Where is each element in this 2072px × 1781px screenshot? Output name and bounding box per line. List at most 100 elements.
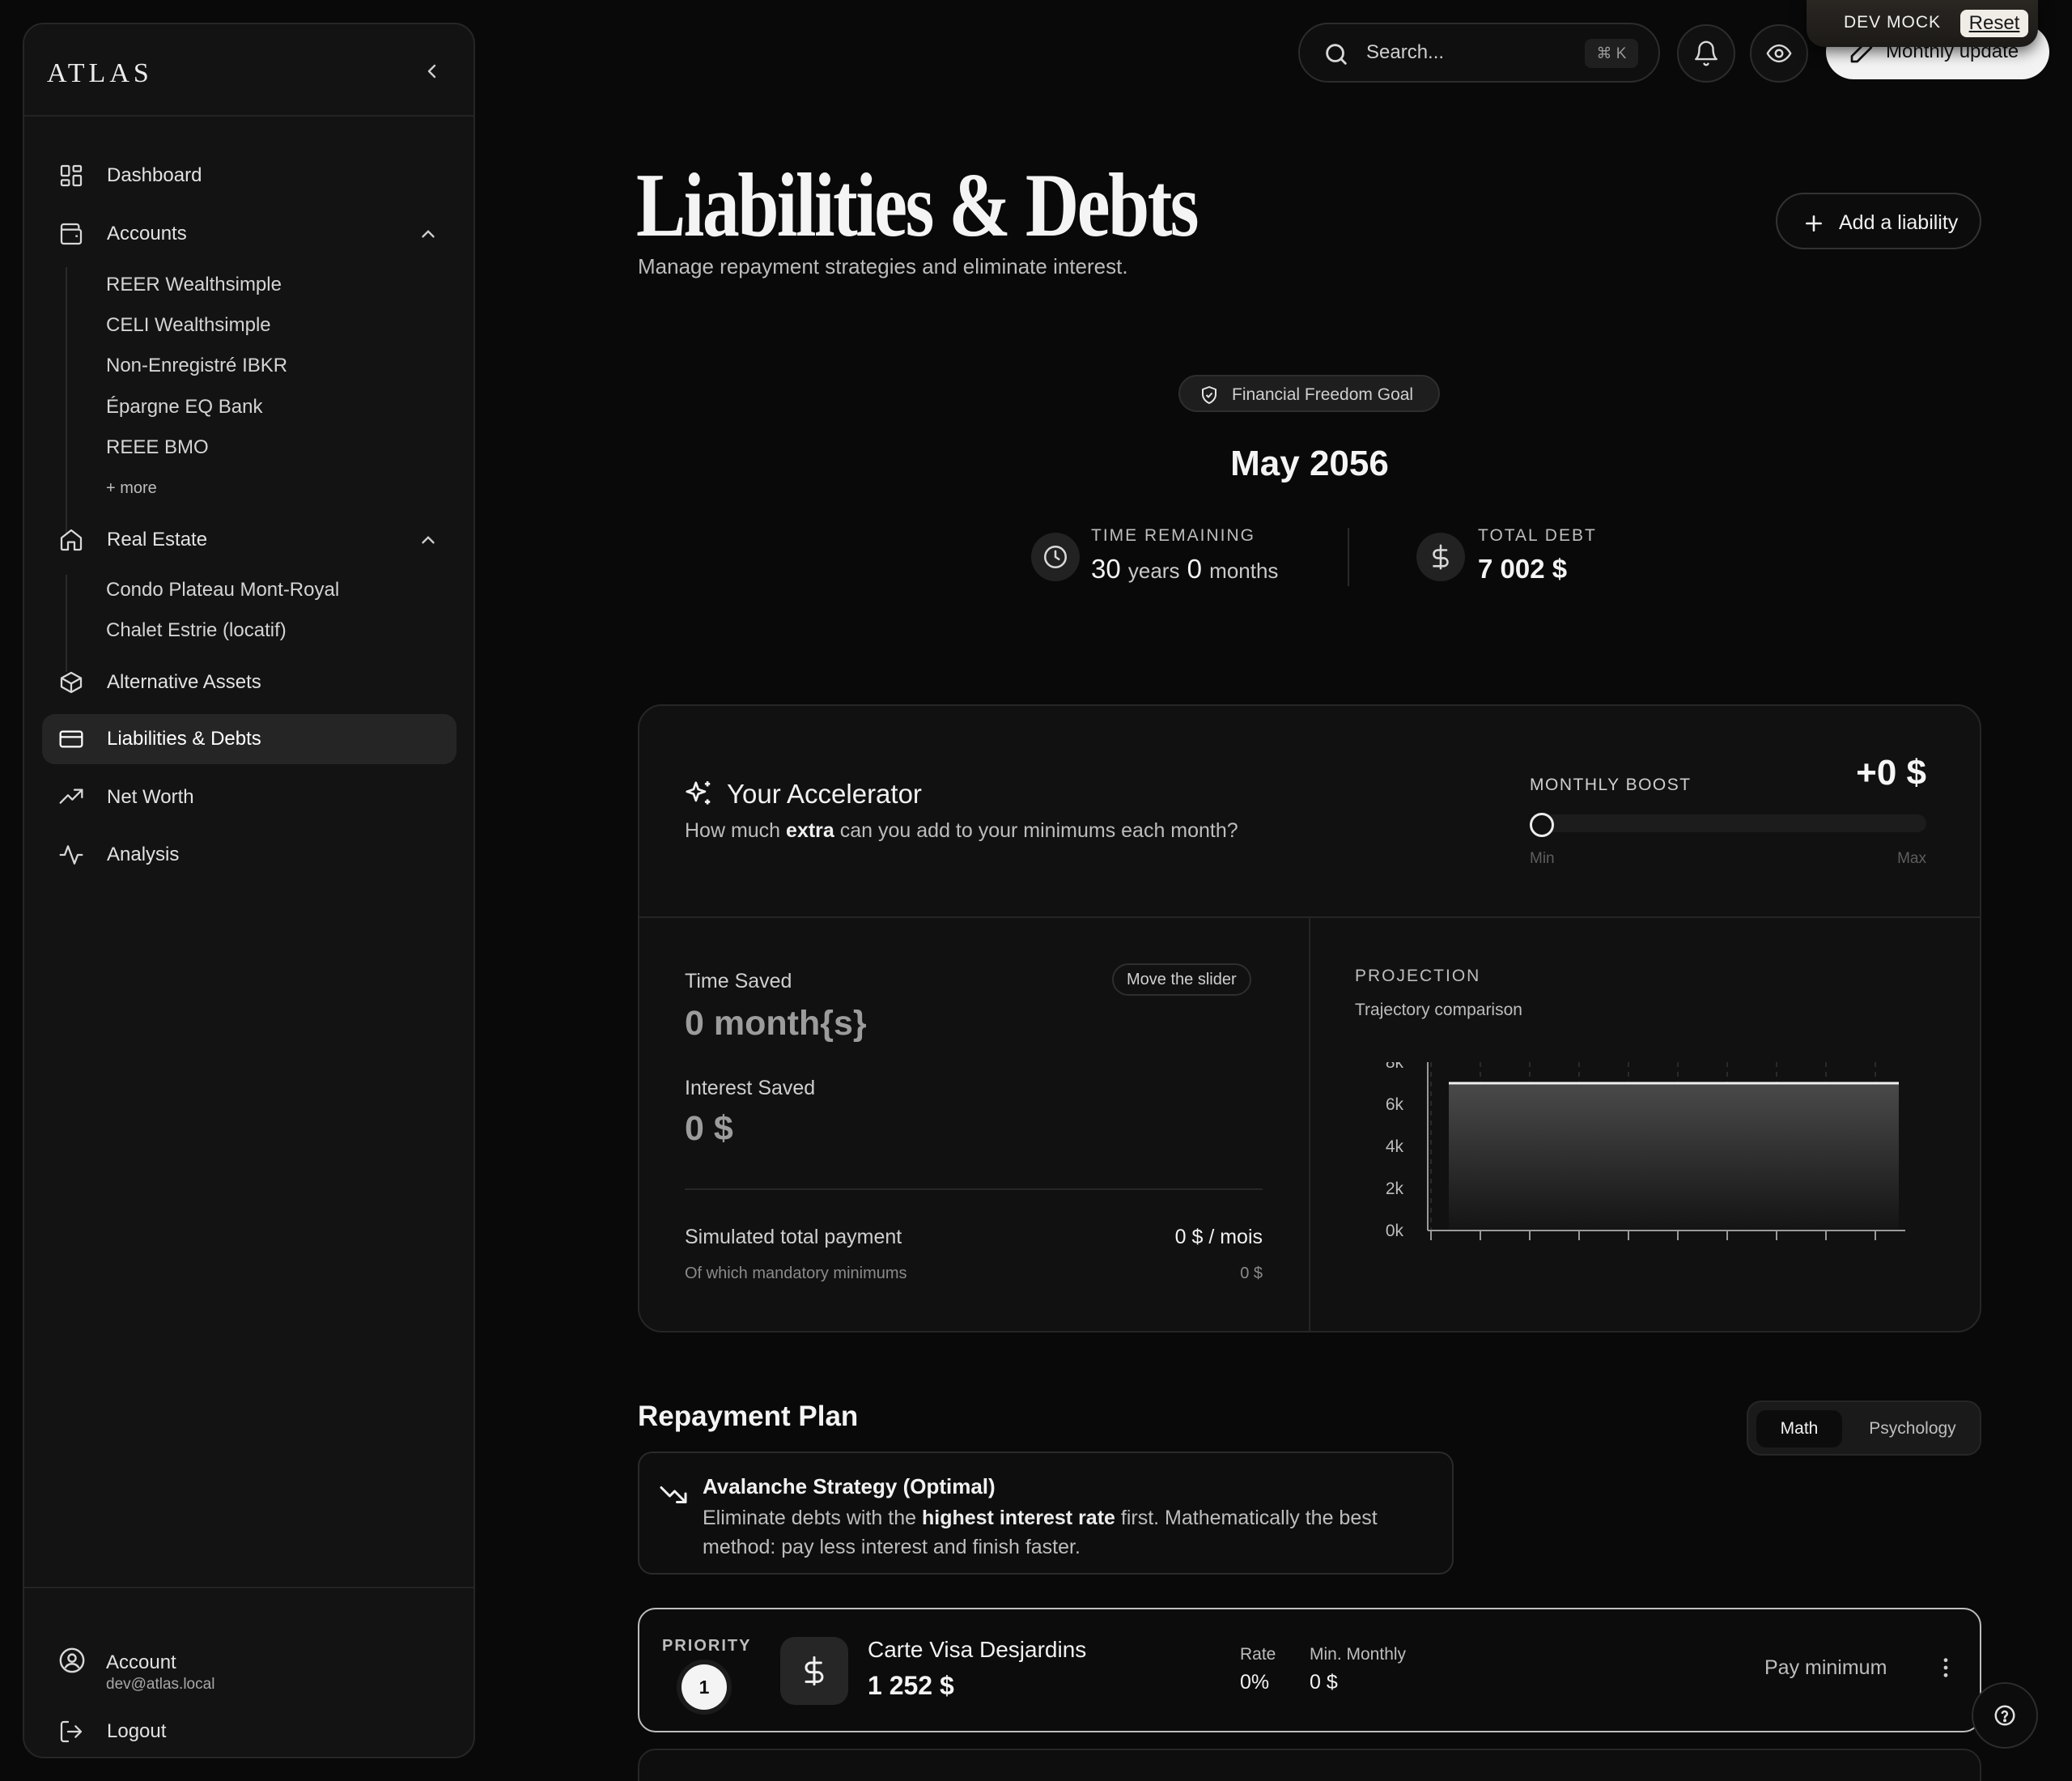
series-area bbox=[1449, 1082, 1899, 1231]
more-vertical-icon[interactable] bbox=[1933, 1655, 1959, 1681]
simulated-payment-value: 0 $ / mois bbox=[1174, 1226, 1263, 1248]
logout-label: Logout bbox=[107, 1720, 167, 1742]
debt-name: Carte Visa Desjardins bbox=[868, 1637, 1087, 1662]
visibility-toggle-button[interactable] bbox=[1750, 24, 1808, 83]
eye-icon bbox=[1766, 44, 1792, 63]
divider bbox=[685, 1188, 1263, 1190]
reset-button[interactable]: Reset bbox=[1960, 10, 2028, 37]
chevron-up-icon bbox=[422, 536, 435, 544]
months-unit: months bbox=[1209, 559, 1279, 583]
sidebar-divider bbox=[24, 115, 473, 117]
user-circle-icon bbox=[59, 1647, 85, 1673]
freedom-goal-badge: Financial Freedom Goal bbox=[1178, 375, 1440, 412]
sidebar-divider bbox=[24, 1587, 473, 1588]
boost-slider-track[interactable] bbox=[1530, 814, 1926, 832]
badge-label: Financial Freedom Goal bbox=[1232, 385, 1414, 404]
total-debt-value: 7 002 $ bbox=[1478, 554, 1568, 584]
logout-button[interactable]: Logout bbox=[42, 1707, 456, 1757]
tree-line bbox=[66, 267, 67, 534]
sidebar-item-accounts[interactable]: Accounts bbox=[42, 209, 456, 259]
total-debt-label: TOTAL DEBT bbox=[1478, 526, 1597, 545]
keyboard-shortcut-badge: ⌘ K bbox=[1585, 39, 1638, 68]
account-item[interactable]: CELI Wealthsimple bbox=[106, 314, 271, 337]
account-item[interactable]: Épargne EQ Bank bbox=[106, 396, 262, 419]
sidebar-item-label: Dashboard bbox=[107, 164, 202, 186]
dev-mock-banner: DEV MOCK Reset bbox=[1807, 0, 2038, 47]
search-icon bbox=[1326, 44, 1347, 65]
slider-max-label: Max bbox=[1897, 850, 1926, 867]
debt-card[interactable] bbox=[638, 1749, 1981, 1781]
help-circle-icon bbox=[1994, 1705, 2015, 1726]
sidebar-item-alternative-assets[interactable]: Alternative Assets bbox=[42, 657, 456, 708]
dashboard-icon bbox=[60, 164, 83, 187]
collapse-sidebar-button[interactable] bbox=[416, 55, 448, 87]
wallet-icon bbox=[60, 223, 83, 245]
sidebar-item-label: Real Estate bbox=[107, 529, 208, 550]
goal-date: May 2056 bbox=[1230, 444, 1389, 483]
add-liability-label: Add a liability bbox=[1839, 211, 1959, 234]
account-item[interactable]: REER Wealthsimple bbox=[106, 274, 282, 296]
dollar-icon bbox=[805, 1656, 824, 1686]
minimums-label: Of which mandatory minimums bbox=[685, 1265, 907, 1282]
desc-text: Eliminate debts with the bbox=[703, 1507, 922, 1529]
search-bar[interactable]: Search... ⌘ K bbox=[1298, 23, 1660, 83]
card-divider bbox=[1309, 918, 1310, 1331]
sidebar-item-liabilities[interactable]: Liabilities & Debts bbox=[42, 714, 456, 764]
projection-label: PROJECTION bbox=[1355, 967, 1481, 985]
debt-icon-badge bbox=[780, 1637, 848, 1705]
min-monthly-label: Min. Monthly bbox=[1310, 1645, 1407, 1664]
sidebar-item-net-worth[interactable]: Net Worth bbox=[42, 772, 456, 822]
pay-minimum-status[interactable]: Pay minimum bbox=[1764, 1656, 1887, 1680]
page-title: Liabilities & Debts bbox=[636, 155, 1199, 256]
account-item[interactable]: Non-Enregistré IBKR bbox=[106, 355, 287, 377]
years-value: 30 bbox=[1091, 554, 1121, 584]
account-email: dev@atlas.local bbox=[106, 1676, 215, 1693]
sidebar: ATLAS Dashboard Accounts REER Wealthsimp… bbox=[23, 23, 475, 1758]
accelerator-card: Your Accelerator How much extra can you … bbox=[638, 704, 1981, 1333]
sidebar-item-real-estate[interactable]: Real Estate bbox=[42, 515, 456, 565]
projection-chart: 8k 6k 4k 2k 0k bbox=[1386, 1062, 1905, 1240]
strategy-description: Eliminate debts with the highest interes… bbox=[703, 1503, 1431, 1562]
sidebar-item-analysis[interactable]: Analysis bbox=[42, 830, 456, 880]
sidebar-item-label: Liabilities & Debts bbox=[107, 728, 261, 750]
time-remaining-value: 30 years 0 months bbox=[1091, 554, 1278, 584]
min-monthly-value: 0 $ bbox=[1310, 1671, 1338, 1694]
account-item[interactable]: REEE BMO bbox=[106, 436, 209, 459]
desc-text: can you add to your minimums each month? bbox=[834, 819, 1238, 842]
more-accounts-link[interactable]: + more bbox=[106, 479, 157, 498]
real-estate-item[interactable]: Chalet Estrie (locatif) bbox=[106, 619, 287, 642]
add-liability-button[interactable]: Add a liability bbox=[1776, 193, 1981, 249]
shield-check-icon bbox=[1202, 386, 1216, 404]
activity-icon bbox=[59, 845, 83, 865]
debt-card[interactable]: PRIORITY 1 Carte Visa Desjardins 1 252 $… bbox=[638, 1608, 1981, 1732]
bell-icon bbox=[1695, 40, 1717, 66]
minimums-value: 0 $ bbox=[1240, 1265, 1263, 1282]
chevron-left-icon bbox=[427, 64, 436, 79]
stat-divider bbox=[1348, 528, 1349, 586]
notifications-button[interactable] bbox=[1677, 24, 1735, 83]
boost-slider-thumb[interactable] bbox=[1530, 813, 1554, 837]
debt-amount: 1 252 $ bbox=[868, 1671, 954, 1700]
slider-hint-badge: Move the slider bbox=[1112, 963, 1251, 996]
strategy-title: Avalanche Strategy (Optimal) bbox=[703, 1474, 996, 1498]
trending-up-icon bbox=[59, 788, 83, 804]
plus-icon bbox=[1806, 215, 1822, 232]
real-estate-item[interactable]: Condo Plateau Mont-Royal bbox=[106, 579, 339, 601]
clock-icon bbox=[1043, 545, 1068, 569]
help-button[interactable] bbox=[1972, 1682, 2038, 1749]
priority-number: 1 bbox=[681, 1664, 727, 1710]
time-saved-label: Time Saved bbox=[685, 970, 792, 993]
sidebar-item-dashboard[interactable]: Dashboard bbox=[42, 151, 456, 201]
chevron-up-icon bbox=[422, 230, 435, 238]
desc-emphasis: extra bbox=[786, 819, 834, 842]
tab-psychology[interactable]: Psychology bbox=[1852, 1410, 1973, 1447]
sidebar-item-label: Analysis bbox=[107, 844, 180, 865]
desc-text: How much bbox=[685, 819, 787, 842]
y-tick-label: 6k bbox=[1386, 1095, 1404, 1114]
search-input[interactable]: Search... bbox=[1366, 41, 1444, 64]
tab-math[interactable]: Math bbox=[1756, 1410, 1842, 1447]
account-button[interactable] bbox=[42, 1629, 456, 1694]
logout-icon bbox=[60, 1720, 83, 1743]
desc-emphasis: highest interest rate bbox=[921, 1507, 1115, 1529]
projection-subtitle: Trajectory comparison bbox=[1355, 1001, 1522, 1019]
